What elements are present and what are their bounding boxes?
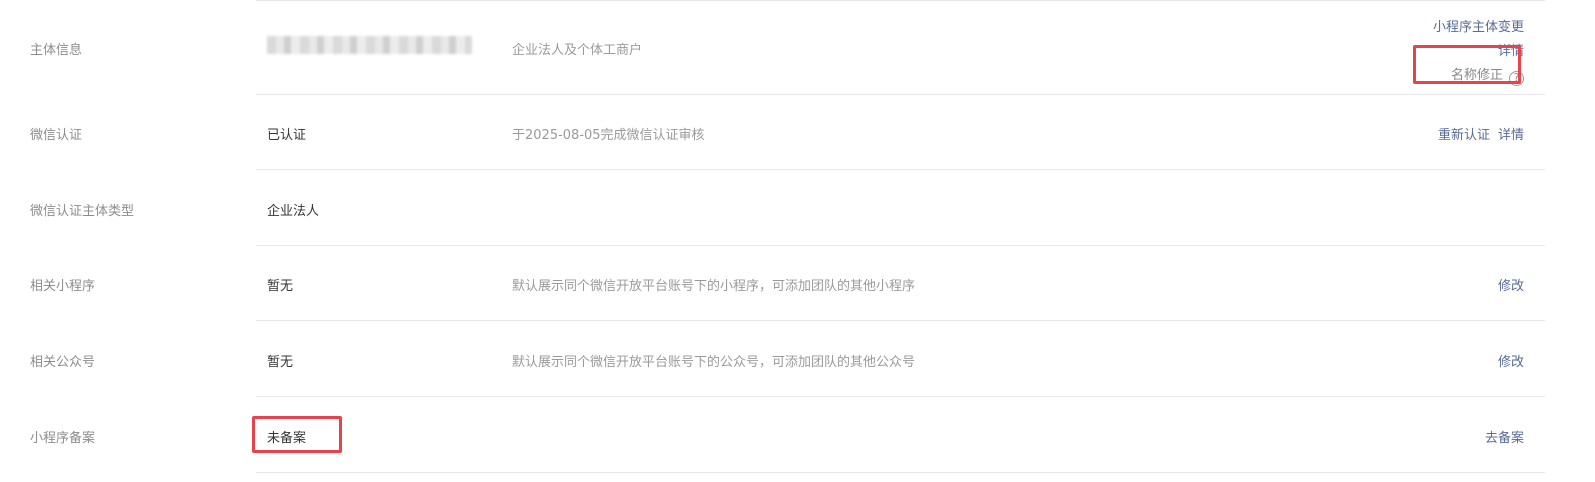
highlight-name-fix (1413, 45, 1521, 84)
related-official-account-value: 暂无 (267, 355, 294, 370)
subject-name-redacted (267, 36, 472, 54)
modify-official-account-link[interactable]: 修改 (1498, 355, 1524, 370)
related-official-account-desc: 默认展示同个微信开放平台账号下的公众号，可添加团队的其他公众号 (512, 355, 916, 370)
subject-change-link[interactable]: 小程序主体变更 (1433, 20, 1524, 35)
go-filing-link[interactable]: 去备案 (1485, 431, 1524, 446)
reauth-link[interactable]: 重新认证 (1438, 128, 1490, 143)
auth-details-link[interactable]: 详情 (1498, 128, 1524, 143)
related-official-account-actions: 修改 (1498, 351, 1524, 370)
row-label-related-miniprogram: 相关小程序 (30, 279, 96, 294)
row-subject-info: 主体信息 企业法人及个体工商户 小程序主体变更 详情 名称修正? (0, 0, 1595, 95)
highlight-filing-status (252, 416, 342, 453)
row-auth-subject-type: 微信认证主体类型 企业法人 (0, 170, 1595, 246)
auth-subject-type-value: 企业法人 (267, 204, 320, 219)
related-miniprogram-actions: 修改 (1498, 275, 1524, 294)
related-miniprogram-value: 暂无 (267, 279, 294, 294)
auth-status-value: 已认证 (267, 128, 307, 143)
row-divider (256, 472, 1545, 473)
row-label-miniprogram-filing: 小程序备案 (30, 431, 96, 446)
row-label-auth-subject-type: 微信认证主体类型 (30, 204, 135, 219)
row-related-official-account: 相关公众号 暂无 默认展示同个微信开放平台账号下的公众号，可添加团队的其他公众号… (0, 321, 1595, 397)
row-wechat-auth: 微信认证 已认证 于2025-08-05完成微信认证审核 重新认证 详情 (0, 95, 1595, 170)
row-miniprogram-filing: 小程序备案 未备案 去备案 (0, 397, 1595, 473)
modify-miniprogram-link[interactable]: 修改 (1498, 279, 1524, 294)
related-miniprogram-desc: 默认展示同个微信开放平台账号下的小程序，可添加团队的其他小程序 (512, 279, 916, 294)
auth-actions: 重新认证 详情 (1438, 124, 1524, 143)
row-label-wechat-auth: 微信认证 (30, 128, 83, 143)
filing-actions: 去备案 (1485, 427, 1524, 446)
row-label-related-official-account: 相关公众号 (30, 355, 96, 370)
row-label-subject-info: 主体信息 (30, 43, 83, 58)
subject-type-desc: 企业法人及个体工商户 (512, 43, 643, 58)
row-related-miniprogram: 相关小程序 暂无 默认展示同个微信开放平台账号下的小程序，可添加团队的其他小程序… (0, 246, 1595, 321)
auth-date-desc: 于2025-08-05完成微信认证审核 (512, 128, 705, 143)
